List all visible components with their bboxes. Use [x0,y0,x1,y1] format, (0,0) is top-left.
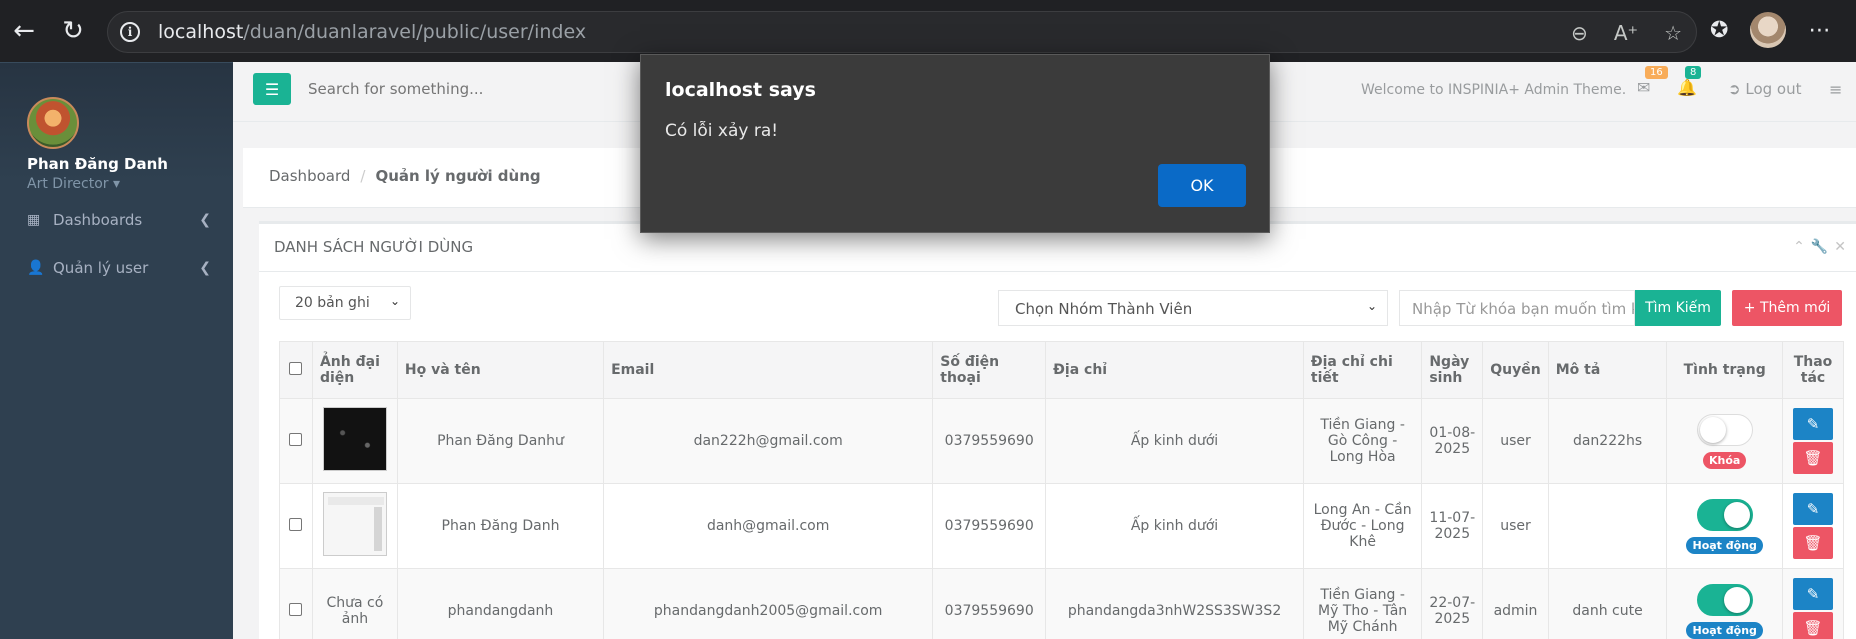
col-email: Email [603,341,934,399]
chevron-down-icon: ⌄ [389,294,400,308]
status-badge: Hoạt động [1686,536,1763,554]
user-avatar-image [322,407,387,471]
bell-count-badge: 8 [1685,66,1702,79]
chevron-left-icon: ❮ [199,212,211,228]
url-text: localhost/duan/duanlaravel/public/user/i… [158,21,587,43]
col-phone: Số điện thoại [932,341,1047,399]
back-icon[interactable]: ← [5,12,43,50]
trash-icon: 🗑 [1803,619,1823,637]
user-avatar-image [322,492,387,556]
table-header-row: Ảnh đại diện Họ và tên Email Số điện tho… [279,341,1845,399]
row-checkbox[interactable] [289,517,303,531]
top-search-input[interactable] [308,80,608,98]
keyword-search-input[interactable]: Nhập Từ khóa bạn muốn tìm k [1399,290,1635,326]
bell-icon[interactable]: 🔔 8 [1677,66,1702,97]
logout-icon: ➲ [1728,80,1741,98]
favorites-icon[interactable]: ✪ [1710,18,1728,43]
zoom-out-icon[interactable]: ⊖ [1571,21,1588,45]
dialog-ok-button[interactable]: OK [1158,164,1246,207]
col-status: Tình trạng [1666,341,1783,399]
welcome-text: Welcome to INSPINIA+ Admin Theme. [1361,82,1627,98]
col-address: Địa chỉ [1045,341,1304,399]
chevron-down-icon: ⌄ [1366,299,1377,313]
read-aloud-icon[interactable]: A⁺ [1614,21,1638,45]
trash-icon: 🗑 [1803,449,1823,467]
dialog-message: Có lỗi xảy ra! [665,121,779,141]
per-page-select[interactable]: 20 bản ghi ⌄ [279,286,411,320]
mail-count-badge: 16 [1645,66,1668,79]
sidebar: Phan Đăng Danh Art Director ▾ ▦ Dashboar… [0,62,233,639]
sidebar-profile: Phan Đăng Danh Art Director ▾ [0,62,233,192]
col-role: Quyền [1482,341,1549,399]
edit-icon: ✎ [1806,415,1820,433]
edit-icon: ✎ [1806,500,1820,518]
collapse-icon[interactable]: ⌃ [1793,239,1805,255]
site-info-icon[interactable]: i [120,22,140,42]
col-desc: Mô tả [1547,341,1668,399]
status-toggle[interactable] [1696,498,1753,531]
col-birthday: Ngày sinh [1421,341,1484,399]
delete-button[interactable]: 🗑 [1792,612,1833,639]
breadcrumb-home[interactable]: Dashboard [269,167,350,185]
select-all-checkbox[interactable] [289,361,303,375]
mail-icon[interactable]: ✉ 16 [1637,66,1668,97]
delete-button[interactable]: 🗑 [1792,442,1833,474]
user-table: Ảnh đại diện Họ và tên Email Số điện tho… [279,341,1845,639]
profile-avatar[interactable] [1750,12,1787,48]
address-bar[interactable]: i localhost/duan/duanlaravel/public/user… [107,11,1697,53]
col-actions: Thao tác [1781,341,1845,399]
dialog-title: localhost says [665,79,816,101]
close-icon[interactable]: ✕ [1834,239,1846,255]
user-icon: 👤 [27,260,45,276]
edit-button[interactable]: ✎ [1792,408,1833,440]
sidebar-item-users[interactable]: 👤 Quản lý user ❮ [0,244,233,292]
menu-toggle-button[interactable]: ☰ [253,73,291,105]
status-badge: Hoạt động [1686,621,1763,639]
status-toggle[interactable] [1696,583,1753,616]
logout-link[interactable]: ➲ Log out [1728,80,1802,98]
task-list-icon[interactable]: ≡ [1829,80,1842,99]
col-name: Họ và tên [396,341,605,399]
status-toggle[interactable] [1696,413,1753,446]
more-menu-icon[interactable]: ⋯ [1808,18,1830,43]
table-row: Phan Đăng Danhư dan222h@gmail.com 037955… [279,398,1845,484]
reload-icon[interactable]: ↻ [54,12,92,50]
grid-icon: ▦ [27,212,41,228]
favorite-star-icon[interactable]: ☆ [1664,21,1682,45]
alert-dialog: localhost says Có lỗi xảy ra! OK [640,54,1270,233]
col-avatar: Ảnh đại diện [311,341,398,399]
member-group-select[interactable]: Chọn Nhóm Thành Viên ⌄ [998,290,1388,326]
edit-button[interactable]: ✎ [1792,493,1833,525]
table-row: Chưa có ảnh phandangdanh phandangdanh200… [279,568,1845,639]
table-row: Phan Đăng Danh danh@gmail.com 0379559690… [279,483,1845,569]
sidebar-item-dashboards[interactable]: ▦ Dashboards ❮ [0,196,233,244]
breadcrumb-current: Quản lý người dùng [375,167,541,185]
plus-icon: + [1743,300,1756,316]
browser-toolbar: ← ↻ i localhost/duan/duanlaravel/public/… [0,0,1856,62]
avatar[interactable] [27,97,79,149]
wrench-icon[interactable]: 🔧 [1811,239,1828,255]
edit-button[interactable]: ✎ [1792,578,1833,610]
edit-icon: ✎ [1806,585,1820,603]
no-avatar-text: Chưa có ảnh [311,568,398,639]
trash-icon: 🗑 [1803,534,1823,552]
row-checkbox[interactable] [289,432,303,446]
status-badge: Khóa [1703,451,1747,469]
breadcrumb: Dashboard / Quản lý người dùng [269,167,541,185]
profile-name: Phan Đăng Danh [27,155,168,173]
add-user-button[interactable]: + Thêm mới [1732,290,1842,326]
chevron-left-icon: ❮ [199,260,211,276]
delete-button[interactable]: 🗑 [1792,527,1833,559]
row-checkbox[interactable] [289,602,303,616]
col-address-detail: Địa chỉ chi tiết [1302,341,1423,399]
search-button[interactable]: Tìm Kiếm [1635,290,1721,326]
